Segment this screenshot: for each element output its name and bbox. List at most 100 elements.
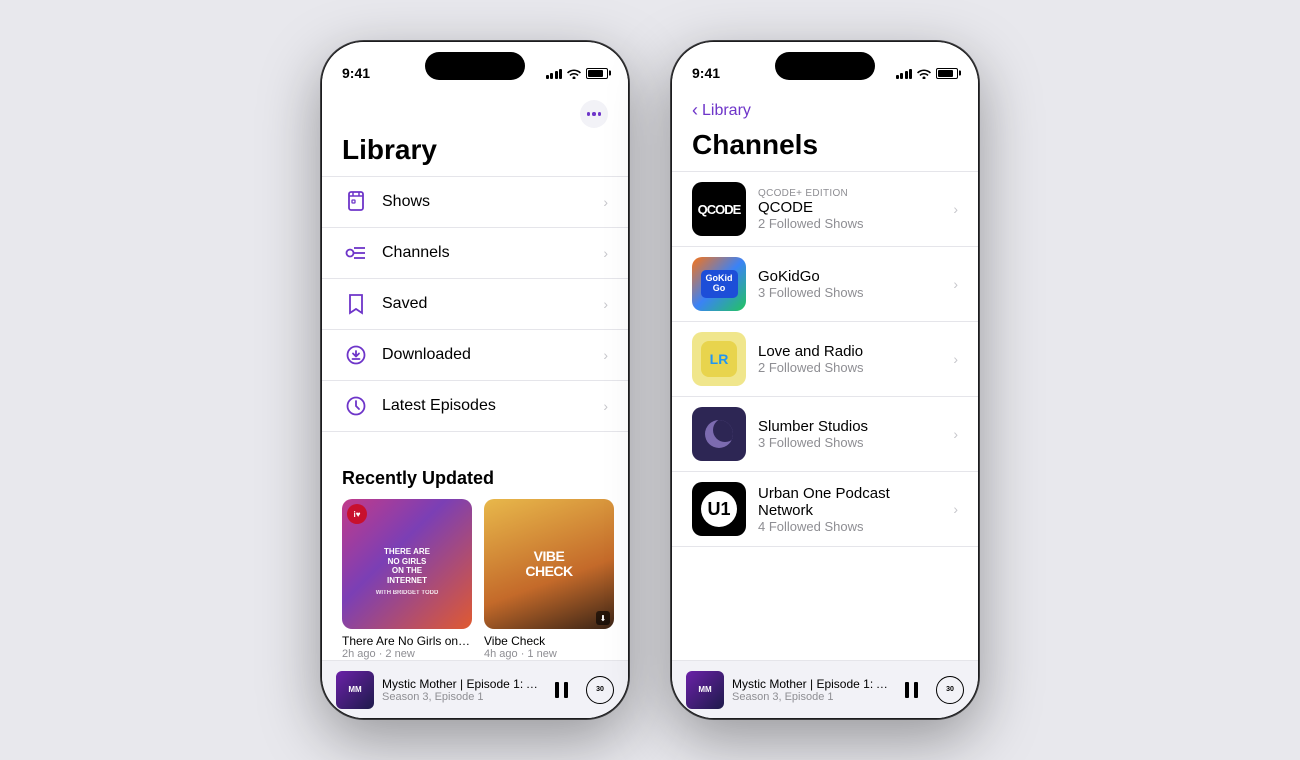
channel-item-gokidgo[interactable]: GoKidGo GoKidGo 3 Followed Shows › (672, 247, 978, 322)
chevron-icon: › (953, 501, 958, 517)
qcode-logo: QCODE (692, 182, 746, 236)
chevron-icon: › (953, 426, 958, 442)
library-header (322, 92, 628, 134)
channel-item-urban[interactable]: U1 Urban One Podcast Network 4 Followed … (672, 472, 978, 547)
qcode-edition: QCODE+ EDITION (758, 188, 941, 199)
skip-forward-button-2[interactable]: 30 (936, 676, 964, 704)
menu-item-saved[interactable]: Saved › (322, 279, 628, 330)
menu-item-shows[interactable]: Shows › (322, 176, 628, 228)
channels-nav: ‹ Library (672, 92, 978, 129)
download-badge: ⬇ (596, 611, 610, 625)
mini-player-controls: 30 (548, 676, 614, 704)
chevron-icon: › (603, 398, 608, 414)
dynamic-island-2 (775, 52, 875, 80)
wifi-icon (567, 68, 581, 79)
mini-player-1[interactable]: MM Mystic Mother | Episode 1: A... Seaso… (322, 660, 628, 718)
mini-player-text-2: Mystic Mother | Episode 1: A... Season 3… (732, 677, 890, 703)
status-time-2: 9:41 (692, 65, 720, 81)
mini-player-2[interactable]: MM Mystic Mother | Episode 1: A... Seaso… (672, 660, 978, 718)
signal-bar (555, 71, 558, 79)
slumber-meta: 3 Followed Shows (758, 435, 941, 450)
love-radio-meta: 2 Followed Shows (758, 360, 941, 375)
urban-name: Urban One Podcast Network (758, 485, 941, 519)
channels-page-title: Channels (672, 129, 978, 171)
back-label[interactable]: Library (702, 102, 751, 120)
gokidgo-name: GoKidGo (758, 268, 941, 285)
downloaded-icon (342, 341, 370, 369)
chevron-icon: › (603, 296, 608, 312)
phone-2: 9:41 ‹ (670, 40, 980, 720)
love-radio-name: Love and Radio (758, 343, 941, 360)
podcast-thumb-no-girls: i♥ THERE ARENO GIRLSON THEINTERNET WITH … (342, 499, 472, 629)
urban-logo: U1 (692, 482, 746, 536)
love-radio-info: Love and Radio 2 Followed Shows (758, 343, 941, 375)
signal-bar (900, 73, 903, 79)
chevron-icon: › (953, 201, 958, 217)
podcast-meta-no-girls: 2h ago · 2 new (342, 648, 472, 660)
chevron-icon: › (603, 347, 608, 363)
menu-item-downloaded[interactable]: Downloaded › (322, 330, 628, 381)
gokidgo-meta: 3 Followed Shows (758, 285, 941, 300)
battery-icon (936, 68, 958, 79)
dynamic-island-1 (425, 52, 525, 80)
mini-player-thumb-2: MM (686, 671, 724, 709)
status-icons-1 (546, 67, 609, 79)
mini-player-controls-2: 30 (898, 676, 964, 704)
signal-bar (550, 73, 553, 79)
podcast-meta-vibe-check: 4h ago · 1 new (484, 648, 614, 660)
chevron-icon: › (603, 245, 608, 261)
podcast-card-no-girls[interactable]: i♥ THERE ARENO GIRLSON THEINTERNET WITH … (342, 499, 472, 660)
mini-player-subtitle-2: Season 3, Episode 1 (732, 691, 890, 703)
channels-icon (342, 239, 370, 267)
podcast-thumb-vibe-check: VIBECHECK ⬇ (484, 499, 614, 629)
menu-item-latest-episodes[interactable]: Latest Episodes › (322, 381, 628, 432)
signal-bar (909, 69, 912, 79)
status-icons-2 (896, 67, 959, 79)
podcast-grid: i♥ THERE ARENO GIRLSON THEINTERNET WITH … (322, 499, 628, 660)
library-menu: Shows › Channels › (322, 176, 628, 454)
pause-button[interactable] (548, 676, 576, 704)
qcode-meta: 2 Followed Shows (758, 216, 941, 231)
page-title: Library (322, 134, 628, 176)
signal-bar (896, 75, 899, 79)
podcast-name-no-girls: There Are No Girls on T... (342, 634, 472, 648)
chevron-icon: › (953, 276, 958, 292)
battery-icon (586, 68, 608, 79)
latest-episodes-icon (342, 392, 370, 420)
channel-item-qcode[interactable]: QCODE QCODE+ EDITION QCODE 2 Followed Sh… (672, 171, 978, 247)
podcast-card-vibe-check[interactable]: VIBECHECK ⬇ Vibe Check 4h ago · 1 new (484, 499, 614, 660)
status-bar-1: 9:41 (322, 42, 628, 92)
signal-bars-2 (896, 67, 913, 79)
signal-bar (905, 71, 908, 79)
status-time-1: 9:41 (342, 65, 370, 81)
channel-item-love-radio[interactable]: LR Love and Radio 2 Followed Shows › (672, 322, 978, 397)
menu-latest-episodes-label: Latest Episodes (382, 397, 603, 415)
signal-bar (559, 69, 562, 79)
mini-player-subtitle: Season 3, Episode 1 (382, 691, 540, 703)
mini-player-text: Mystic Mother | Episode 1: A... Season 3… (382, 677, 540, 703)
menu-saved-label: Saved (382, 295, 603, 313)
qcode-info: QCODE+ EDITION QCODE 2 Followed Shows (758, 188, 941, 231)
urban-meta: 4 Followed Shows (758, 519, 941, 534)
slumber-name: Slumber Studios (758, 418, 941, 435)
qcode-name: QCODE (758, 199, 941, 216)
podcast-name-vibe-check: Vibe Check (484, 634, 614, 648)
channel-list: QCODE QCODE+ EDITION QCODE 2 Followed Sh… (672, 171, 978, 660)
phone-1: 9:41 (320, 40, 630, 720)
skip-forward-button[interactable]: 30 (586, 676, 614, 704)
mini-player-title: Mystic Mother | Episode 1: A... (382, 677, 540, 691)
signal-bar (546, 75, 549, 79)
urban-info: Urban One Podcast Network 4 Followed Sho… (758, 485, 941, 534)
shows-icon (342, 188, 370, 216)
channel-item-slumber[interactable]: Slumber Studios 3 Followed Shows › (672, 397, 978, 472)
menu-shows-label: Shows (382, 193, 603, 211)
pause-button-2[interactable] (898, 676, 926, 704)
menu-channels-label: Channels (382, 244, 603, 262)
slumber-logo (692, 407, 746, 461)
chevron-icon: › (603, 194, 608, 210)
mini-player-title-2: Mystic Mother | Episode 1: A... (732, 677, 890, 691)
menu-item-channels[interactable]: Channels › (322, 228, 628, 279)
more-options-button[interactable] (580, 100, 608, 128)
status-bar-2: 9:41 (672, 42, 978, 92)
back-arrow-icon[interactable]: ‹ (692, 100, 698, 121)
